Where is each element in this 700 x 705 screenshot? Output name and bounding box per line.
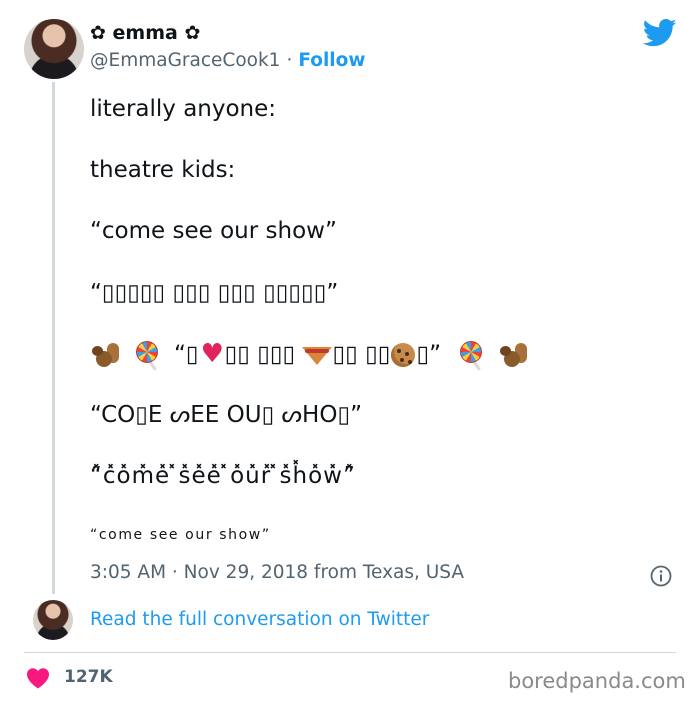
author-display-name[interactable]: ✿ emma ✿ xyxy=(90,22,200,44)
cookie-icon xyxy=(390,342,416,368)
heart-icon xyxy=(199,339,225,369)
author-handle[interactable]: @EmmaGraceCook1 xyxy=(90,50,280,71)
divider xyxy=(24,652,676,653)
author-avatar[interactable] xyxy=(24,19,84,79)
emoji-line-close: ▯” xyxy=(416,341,442,368)
follow-button[interactable]: Follow xyxy=(298,50,365,71)
tweet-line-6: “CO▯E ᔕEE OU▯ ᔕHO▯” xyxy=(90,402,363,428)
author-avatar-small[interactable] xyxy=(33,600,73,640)
emoji-line-open: “▯ xyxy=(174,341,199,368)
lollipop-icon xyxy=(458,339,484,371)
squirrel-icon xyxy=(498,340,528,370)
separator-dot: · xyxy=(286,50,293,71)
tweet-line-4: “▯▯▯▯▯ ▯▯▯ ▯▯▯ ▯▯▯▯▯” xyxy=(90,280,339,306)
like-heart-icon[interactable] xyxy=(26,667,50,689)
tweet-line-emoji: “▯ ▯▯ ▯▯▯ ▯▯ ▯▯ ▯” xyxy=(90,339,542,371)
tweet-card: ✿ emma ✿ @EmmaGraceCook1 · Follow literall… xyxy=(0,0,700,705)
emoji-line-mid1: ▯▯ ▯▯▯ xyxy=(224,341,303,368)
author-handle-row: @EmmaGraceCook1 · Follow xyxy=(90,50,365,71)
pie-icon xyxy=(302,343,333,367)
tweet-line-7: “̽c̽o̽m̽e̽ ̽s̽e̽e̽ ̽o̽u̽r̽ ̽s̽h̽o̽w̽”̽ xyxy=(90,463,356,489)
tweet-timestamp[interactable]: 3:05 AM · Nov 29, 2018 from Texas, USA xyxy=(90,562,464,583)
thread-line xyxy=(52,82,55,594)
lollipop-icon xyxy=(134,339,160,371)
twitter-bird-icon[interactable] xyxy=(643,18,677,48)
like-count[interactable]: 127K xyxy=(64,667,113,687)
tweet-line-8: “come see our show” xyxy=(90,527,271,543)
tweet-line-1: literally anyone: xyxy=(90,96,277,122)
read-conversation-link[interactable]: Read the full conversation on Twitter xyxy=(90,609,429,630)
tweet-line-3: “come see our show” xyxy=(90,218,337,244)
info-icon[interactable] xyxy=(650,565,672,587)
emoji-line-mid2: ▯▯ ▯▯ xyxy=(332,341,391,368)
watermark: boredpanda.com xyxy=(508,669,686,693)
squirrel-icon xyxy=(90,340,120,370)
tweet-line-2: theatre kids: xyxy=(90,157,236,183)
